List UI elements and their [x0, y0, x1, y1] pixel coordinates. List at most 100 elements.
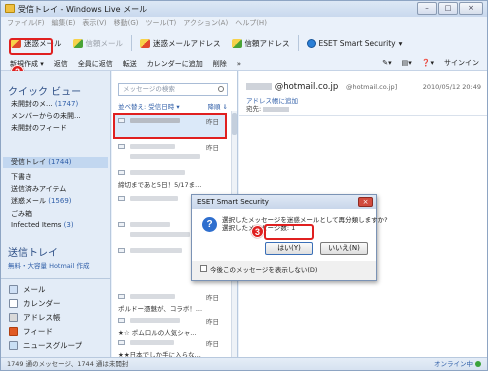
- redacted-sender: [130, 248, 182, 253]
- message-row[interactable]: 昨日 ★★日本でしか手に入らな...: [115, 337, 225, 359]
- quick-view-members[interactable]: メンバーからの未開...: [11, 111, 81, 121]
- header-divider: [239, 115, 487, 116]
- spam-address-label: 迷惑メールアドレス: [153, 38, 221, 48]
- page-icon[interactable]: ▤▾: [402, 59, 412, 67]
- module-contacts[interactable]: アドレス帳: [9, 312, 61, 323]
- redacted-sender: [130, 340, 174, 345]
- signin-link[interactable]: サインイン: [444, 58, 479, 68]
- envelope-icon: [118, 294, 125, 299]
- message-date: 2010/05/12 20:49: [422, 83, 481, 91]
- forward-button[interactable]: 転送: [123, 59, 137, 69]
- folder-infected[interactable]: Infected Items (3): [11, 221, 74, 229]
- sort-bar: 並べ替え: 受信日時 ▾ 降順 ⇓: [118, 101, 230, 111]
- folder-trash[interactable]: ごみ箱: [11, 209, 32, 219]
- message-row[interactable]: 昨日: [115, 141, 225, 163]
- no-button[interactable]: いいえ(N): [320, 242, 368, 255]
- pen-icon[interactable]: ✎▾: [382, 59, 391, 67]
- quick-view-feeds[interactable]: 未開封のフィード: [11, 123, 67, 133]
- module-calendar[interactable]: カレンダー: [9, 298, 61, 309]
- yes-button[interactable]: はい(Y): [265, 242, 313, 255]
- help-icon[interactable]: ❓▾: [422, 59, 434, 67]
- message-subject: ★☆ ポムロルの人気シャ...: [118, 329, 197, 337]
- message-row[interactable]: 昨日 ★☆ ポムロルの人気シャ...: [115, 315, 225, 337]
- message-date: 昨日: [206, 318, 219, 326]
- envelope-icon: [118, 340, 125, 345]
- dialog-footer: 今後このメッセージを表示しない(D): [192, 261, 376, 281]
- trust-address-icon: [231, 38, 242, 48]
- quick-view-label: メンバーからの未開...: [11, 112, 81, 120]
- envelope-icon: [118, 248, 125, 253]
- online-status[interactable]: オンライン中: [434, 358, 481, 370]
- menu-help[interactable]: ヘルプ(H): [235, 18, 267, 28]
- trust-button[interactable]: 信頼メール: [70, 35, 127, 51]
- more-button[interactable]: »: [237, 60, 241, 68]
- module-mail[interactable]: メール: [9, 284, 46, 295]
- outbox-title[interactable]: 送信トレイ: [8, 244, 58, 259]
- toolbar-right: ✎▾ ▤▾ ❓▾ サインイン: [382, 58, 479, 68]
- redacted-sender: [130, 144, 175, 149]
- module-label: アドレス帳: [23, 313, 61, 322]
- calendar-icon: [9, 299, 18, 308]
- dont-show-checkbox[interactable]: [200, 265, 207, 272]
- quick-view-label: 未開封のメ...: [11, 100, 53, 108]
- window-title: 受信トレイ - Windows Live メール: [18, 5, 148, 14]
- folder-count: (1744): [48, 158, 72, 166]
- module-feeds[interactable]: フィード: [9, 326, 53, 337]
- folder-junk[interactable]: 迷惑メール (1569): [11, 196, 72, 206]
- redacted-sender: [130, 118, 180, 123]
- search-input[interactable]: メッセージの検索: [118, 83, 228, 96]
- scrollbar-thumb[interactable]: [232, 113, 237, 135]
- eset-menu-button[interactable]: ESET Smart Security ▾: [304, 35, 406, 51]
- sort-order-toggle[interactable]: 降順 ⇓: [207, 101, 228, 111]
- redacted-sender: [130, 318, 180, 323]
- redacted-block: [263, 106, 290, 112]
- add-to-calendar-button[interactable]: カレンダーに追加: [147, 59, 203, 69]
- folder-drafts[interactable]: 下書き: [11, 172, 32, 182]
- sender-full-address: @hotmail.co.jp]: [346, 83, 398, 91]
- step-badge-3: 3: [251, 225, 264, 238]
- menu-file[interactable]: ファイル(F): [7, 18, 45, 28]
- close-button[interactable]: ×: [459, 2, 483, 15]
- envelope-icon: [118, 170, 125, 175]
- mail-app-icon: [5, 4, 15, 13]
- quick-view-count: (1747): [54, 100, 79, 108]
- quick-view-unread[interactable]: 未開封のメ... (1747): [11, 99, 78, 109]
- redacted-block: [246, 83, 272, 90]
- maximize-button[interactable]: □: [438, 2, 458, 15]
- menu-tools[interactable]: ツール(T): [146, 18, 177, 28]
- redacted-sender: [130, 222, 170, 227]
- trust-address-button[interactable]: 信頼アドレス: [229, 35, 293, 51]
- toolbar-divider: [131, 35, 132, 51]
- sort-by-dropdown[interactable]: 並べ替え: 受信日時 ▾: [118, 103, 180, 111]
- folder-inbox[interactable]: 受信トレイ (1744): [3, 157, 108, 168]
- message-row-selected[interactable]: 昨日: [113, 113, 227, 139]
- trust-address-label: 信頼アドレス: [244, 38, 290, 48]
- window-controls: – □ ×: [417, 2, 483, 15]
- menu-view[interactable]: 表示(V): [82, 18, 106, 28]
- message-row[interactable]: 昨日 ポルドー憑魅が、コラボ！...: [115, 291, 225, 313]
- reply-all-button[interactable]: 全員に返信: [78, 59, 113, 69]
- folder-sent[interactable]: 送信済みアイテム: [11, 184, 66, 194]
- folder-label: ごみ箱: [11, 210, 32, 218]
- minimize-button[interactable]: –: [417, 2, 437, 15]
- delete-button[interactable]: 削除: [213, 59, 227, 69]
- folder-count: (1569): [48, 197, 72, 205]
- reply-button[interactable]: 返信: [54, 59, 68, 69]
- message-row[interactable]: 締切まであと5日！5/17ま...: [115, 167, 225, 189]
- menu-go[interactable]: 移動(G): [114, 18, 139, 28]
- redacted-subject: [130, 232, 190, 237]
- contacts-icon: [9, 313, 18, 322]
- hotmail-signup-link[interactable]: 無料・大容量 Hotmail 作成: [8, 260, 89, 270]
- eset-icon: [306, 38, 316, 48]
- menu-edit[interactable]: 編集(E): [52, 18, 76, 28]
- envelope-icon: [118, 222, 125, 227]
- redacted-sender: [130, 196, 178, 201]
- dialog-close-button[interactable]: ×: [358, 197, 373, 207]
- trust-button-label: 信頼メール: [85, 38, 124, 48]
- eset-menu-label: ESET Smart Security: [318, 38, 396, 48]
- module-newsgroups[interactable]: ニュースグループ: [9, 340, 82, 351]
- spam-address-button[interactable]: 迷惑メールアドレス: [137, 35, 224, 51]
- app-window: 受信トレイ - Windows Live メール – □ × ファイル(F) 編…: [0, 0, 488, 371]
- dialog-message-line: 選択したメッセージを迷惑メールとして再分類しますか?: [222, 216, 388, 224]
- menu-actions[interactable]: アクション(A): [183, 18, 228, 28]
